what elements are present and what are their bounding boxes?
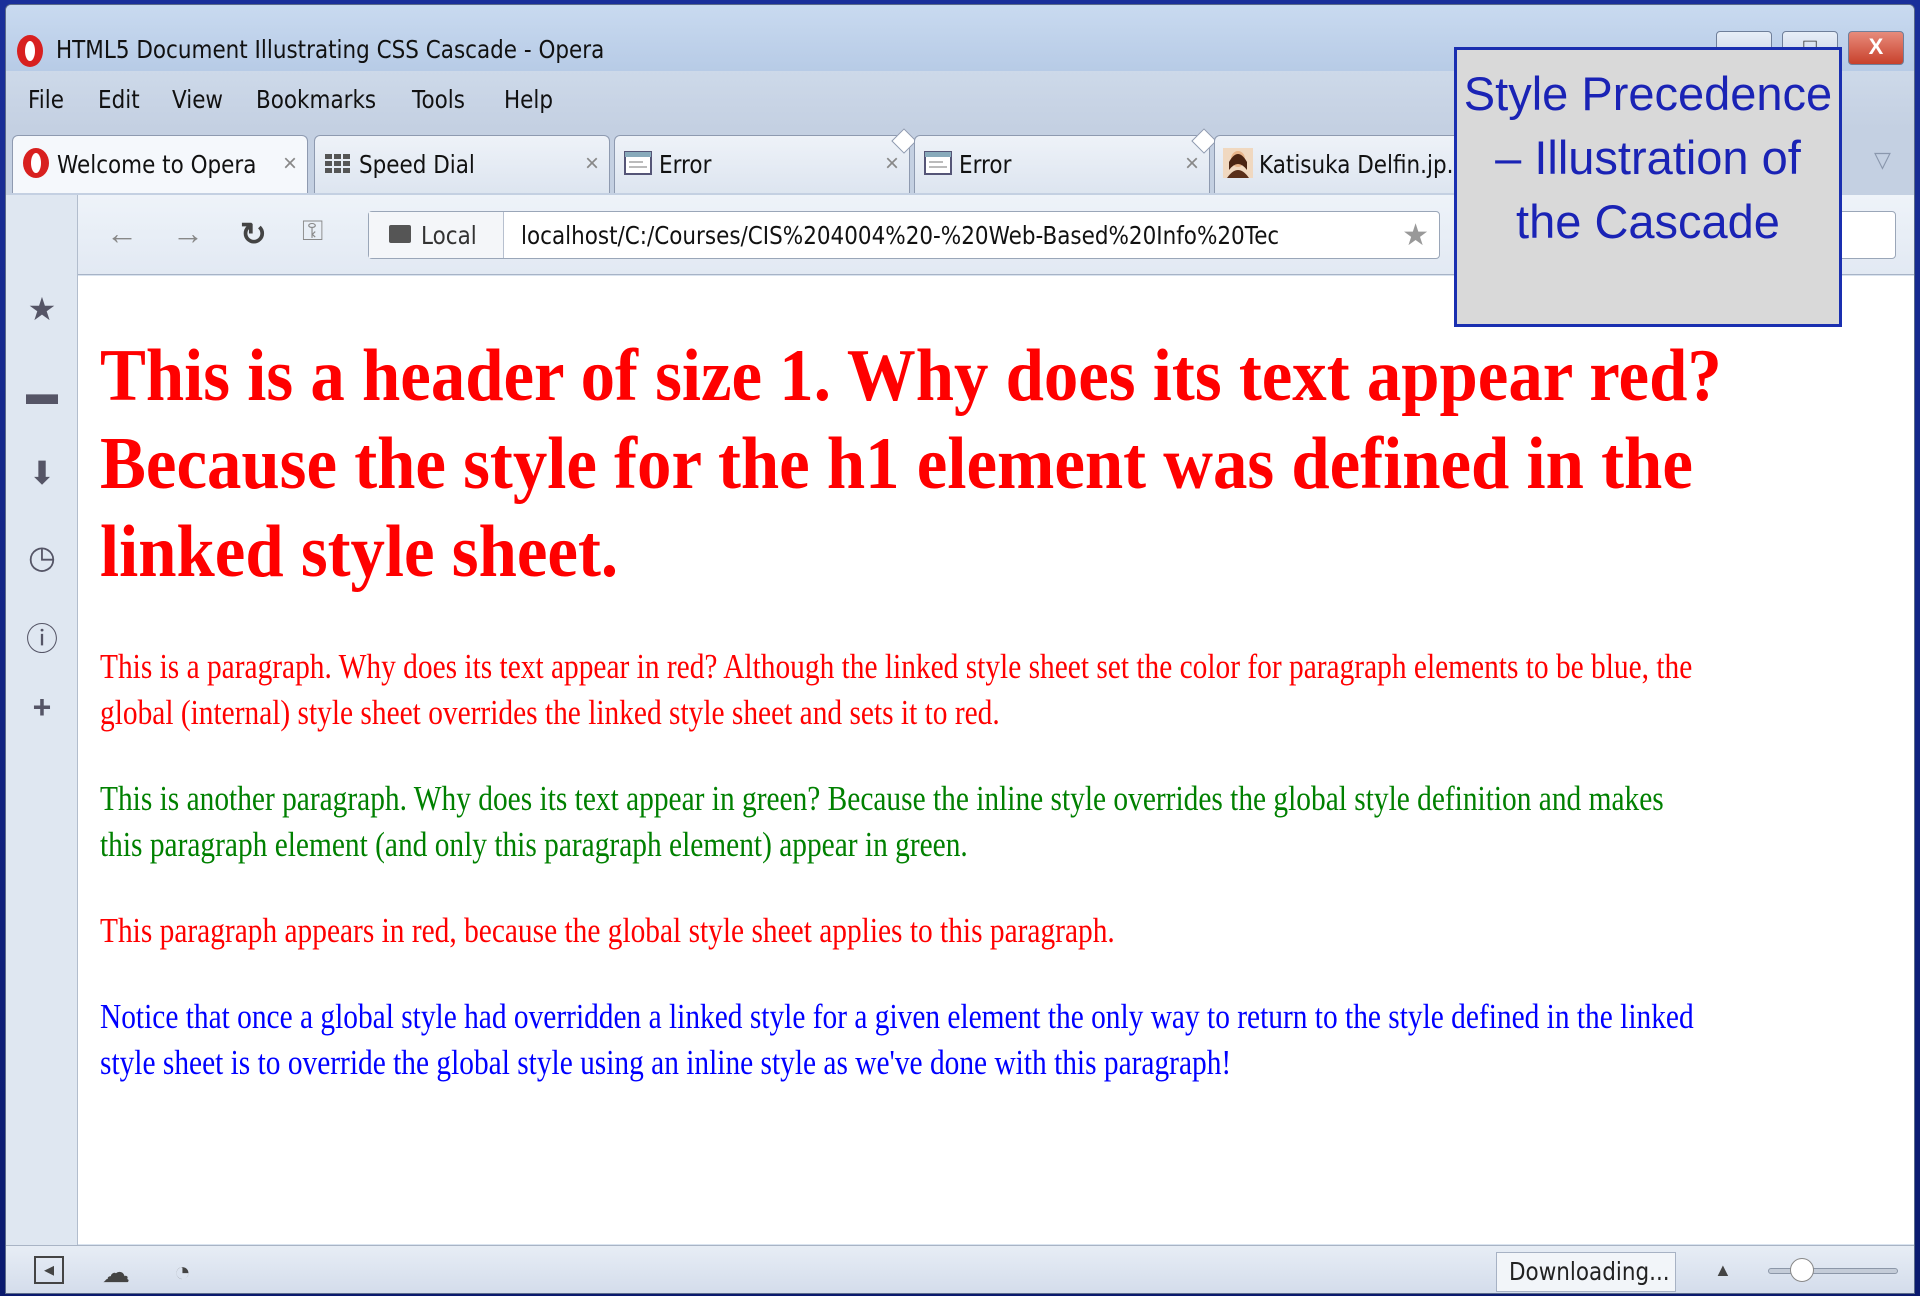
history-icon[interactable]: ◷	[24, 539, 60, 575]
back-arrow-icon[interactable]: ←	[106, 215, 138, 252]
tab-close-icon[interactable]: ×	[585, 150, 599, 178]
download-icon[interactable]: ⬇	[24, 455, 60, 491]
tab-error-2[interactable]: Error ×	[914, 128, 1217, 193]
menu-tools[interactable]: Tools	[412, 85, 465, 114]
opera-logo-icon	[21, 148, 51, 178]
paragraph-2: This is another paragraph. Why does its …	[100, 779, 1664, 864]
url-text[interactable]: localhost/C:/Courses/CIS%204004%20-%20We…	[521, 221, 1278, 250]
opera-logo-icon	[17, 35, 43, 67]
local-badge[interactable]: Local	[369, 212, 504, 258]
page-icon	[623, 148, 653, 178]
status-bar: ◂ ☁ ◔ Downloading... ▲	[6, 1245, 1914, 1293]
star-icon[interactable]: ★	[24, 291, 60, 327]
side-panel: ★ ▬ ⬇ ◷ ⓘ +	[6, 195, 78, 1245]
cloud-icon[interactable]: ☁	[102, 1256, 130, 1289]
page-icon	[923, 148, 953, 178]
tab-label: Speed Dial	[359, 150, 475, 179]
paragraph-4: Notice that once a global style had over…	[100, 997, 1694, 1082]
tab-welcome-to-opera[interactable]: Welcome to Opera ×	[12, 135, 308, 193]
computer-icon	[389, 225, 411, 243]
zoom-slider[interactable]	[1768, 1268, 1898, 1274]
tab-close-icon[interactable]: ×	[1185, 150, 1199, 178]
tab-label: Welcome to Opera	[57, 150, 257, 179]
zoom-slider-knob[interactable]	[1790, 1258, 1814, 1282]
speedometer-icon[interactable]: ◔	[174, 1256, 191, 1288]
tab-label: Error	[959, 150, 1012, 179]
downloading-status[interactable]: Downloading...	[1496, 1252, 1676, 1292]
panel-toggle-icon[interactable]: ◂	[34, 1256, 64, 1284]
key-icon[interactable]: ⚿	[302, 215, 323, 248]
page-heading: This is a header of size 1. Why does its…	[100, 335, 1722, 593]
slide-title: Style Precedence – Illustration of the C…	[1463, 67, 1833, 248]
window-title: HTML5 Document Illustrating CSS Cascade …	[56, 35, 605, 64]
page-content: This is a header of size 1. Why does its…	[78, 276, 1914, 1244]
tab-speed-dial[interactable]: Speed Dial ×	[314, 135, 610, 193]
address-bar[interactable]: Local localhost/C:/Courses/CIS%204004%20…	[368, 211, 1440, 259]
add-icon[interactable]: +	[24, 689, 60, 725]
menu-bookmarks[interactable]: Bookmarks	[256, 85, 376, 114]
menu-edit[interactable]: Edit	[98, 85, 140, 114]
speed-dial-icon	[323, 148, 353, 178]
bookmark-star-icon[interactable]: ★	[1402, 218, 1429, 253]
forward-arrow-icon[interactable]: →	[172, 215, 204, 252]
paragraph-3: This paragraph appears in red, because t…	[100, 911, 1115, 950]
local-label: Local	[421, 221, 477, 250]
tab-close-icon[interactable]: ×	[885, 150, 899, 178]
tab-close-icon[interactable]: ×	[283, 150, 297, 178]
tab-katisuka-delfin[interactable]: Katisuka Delfin.jp...	[1214, 135, 1468, 193]
tab-label: Error	[659, 150, 712, 179]
tab-list-chevron-icon[interactable]: ▽	[1874, 147, 1891, 173]
up-arrow-icon[interactable]: ▲	[1714, 1260, 1732, 1281]
close-button[interactable]: X	[1848, 31, 1904, 65]
paragraph-1: This is a paragraph. Why does its text a…	[100, 647, 1693, 732]
downloading-label: Downloading...	[1509, 1257, 1670, 1286]
menu-help[interactable]: Help	[504, 85, 553, 114]
notes-icon[interactable]: ▬	[24, 375, 60, 411]
info-icon[interactable]: ⓘ	[24, 621, 60, 657]
slide-title-box: Style Precedence – Illustration of the C…	[1454, 47, 1842, 327]
menu-file[interactable]: File	[28, 85, 64, 114]
tab-error-1[interactable]: Error ×	[614, 128, 917, 193]
image-thumbnail-icon	[1223, 148, 1253, 178]
reload-icon[interactable]: ↻	[240, 215, 267, 253]
menu-view[interactable]: View	[172, 85, 223, 114]
tab-label: Katisuka Delfin.jp...	[1259, 150, 1468, 179]
